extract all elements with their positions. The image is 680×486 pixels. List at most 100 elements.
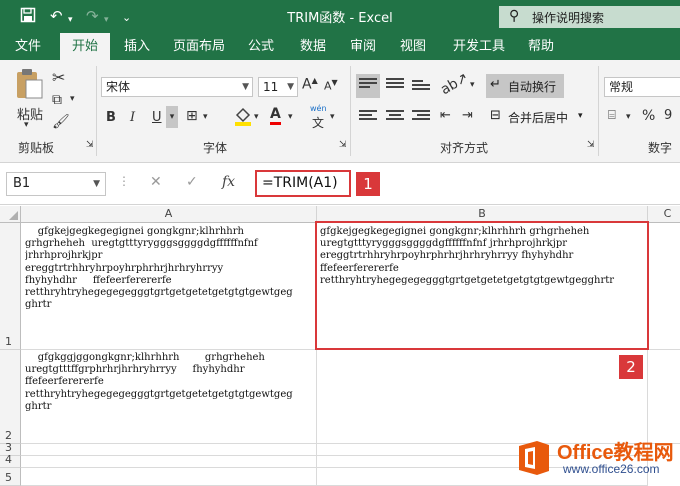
row-header-1[interactable]: 1 — [0, 223, 21, 350]
cell-c2[interactable] — [648, 350, 680, 444]
separator — [598, 66, 599, 156]
font-color-icon[interactable]: A — [270, 106, 281, 125]
comma-style-icon[interactable]: 9 — [664, 108, 672, 123]
tab-review[interactable]: 审阅 — [342, 33, 384, 60]
borders-dropdown-icon[interactable]: ▾ — [203, 112, 208, 122]
row-header-5[interactable]: 5 — [0, 468, 21, 486]
cell-a4[interactable] — [21, 456, 317, 468]
orientation-icon[interactable]: ab↗ — [438, 70, 471, 98]
callout-1: 1 — [356, 172, 380, 196]
cell-b2[interactable] — [317, 350, 648, 444]
cell-c1[interactable] — [648, 223, 680, 350]
copy-dropdown-icon[interactable]: ▾ — [70, 94, 75, 104]
separator — [96, 66, 97, 156]
tell-me-search[interactable]: ⚲ 操作说明搜索 — [499, 6, 680, 28]
tab-view[interactable]: 视图 — [392, 33, 434, 60]
align-center-icon[interactable] — [386, 110, 404, 126]
phonetic-char: 文 — [312, 116, 325, 130]
tab-page-layout[interactable]: 页面布局 — [166, 33, 232, 60]
fill-color-dropdown-icon[interactable]: ▾ — [254, 112, 259, 122]
title-bar: ↶ ▾ ↷ ▾ ⌄ TRIM函数 - Excel ⚲ 操作说明搜索 — [0, 0, 680, 33]
merge-center-button[interactable]: ⊟ 合并后居中 ▾ — [488, 106, 588, 128]
cell-a3[interactable] — [21, 444, 317, 456]
office-logo-icon — [515, 440, 553, 476]
bold-button[interactable]: B — [106, 110, 116, 125]
decrease-indent-icon[interactable]: ⇤ — [440, 108, 451, 123]
row-header-2[interactable]: 2 — [0, 350, 21, 444]
chevron-down-icon: ▼ — [242, 82, 249, 92]
format-painter-icon[interactable]: 🖌 — [52, 114, 70, 130]
search-placeholder: 操作说明搜索 — [532, 11, 605, 25]
increase-indent-icon[interactable]: ⇥ — [462, 108, 473, 123]
tab-formulas[interactable]: 公式 — [240, 33, 282, 60]
number-format-value: 常规 — [609, 80, 634, 94]
paste-dropdown-icon[interactable]: ▾ — [24, 120, 29, 130]
orientation-dropdown-icon[interactable]: ▾ — [470, 80, 475, 90]
align-right-icon[interactable] — [412, 110, 430, 126]
search-icon: ⚲ — [509, 8, 520, 24]
copy-icon[interactable]: ⧉ — [52, 92, 62, 108]
tab-help[interactable]: 帮助 — [520, 33, 562, 60]
accounting-dropdown-icon[interactable]: ▾ — [626, 112, 631, 122]
watermark-url: www.office26.com — [563, 462, 660, 476]
tab-developer[interactable]: 开发工具 — [446, 33, 512, 60]
tab-data[interactable]: 数据 — [292, 33, 334, 60]
name-box[interactable]: B1 ▼ — [6, 172, 106, 196]
ribbon-tabs: 文件 开始 插入 页面布局 公式 数据 审阅 视图 开发工具 帮助 — [0, 33, 680, 60]
paste-button[interactable]: 粘贴 — [16, 104, 44, 123]
chevron-down-icon: ▼ — [287, 82, 294, 92]
cancel-icon[interactable]: ✕ — [150, 174, 162, 190]
font-size-select[interactable]: 11 ▼ — [258, 77, 298, 97]
phonetic-dropdown-icon[interactable]: ▾ — [330, 112, 335, 122]
percent-button[interactable]: % — [642, 108, 655, 124]
cut-icon[interactable]: ✂ — [52, 68, 65, 87]
group-label-alignment: 对齐方式 — [440, 141, 489, 155]
align-top-button[interactable] — [356, 74, 380, 98]
merge-dropdown-icon: ▾ — [578, 111, 583, 121]
phonetic-icon[interactable]: wén — [310, 104, 327, 113]
name-box-value: B1 — [13, 176, 31, 191]
insert-function-icon[interactable]: fx — [222, 174, 235, 190]
merge-center-label: 合并后居中 — [508, 111, 569, 125]
row-header-4[interactable]: 4 — [0, 453, 21, 468]
accounting-format-icon[interactable]: ⌸ — [608, 108, 616, 123]
align-bottom-icon[interactable] — [412, 80, 430, 96]
increase-font-icon[interactable]: A▲ — [302, 76, 318, 93]
group-label-font: 字体 — [203, 141, 228, 155]
tab-home[interactable]: 开始 — [60, 33, 110, 60]
font-color-dropdown-icon[interactable]: ▾ — [288, 112, 293, 122]
ribbon-home: 粘贴 ▾ ✂ ⧉ ▾ 🖌 剪贴板 ⇲ 宋体 ▼ 11 ▼ A▲ A▼ B I U… — [0, 60, 680, 163]
align-middle-icon[interactable] — [386, 78, 404, 94]
paste-icon[interactable] — [14, 68, 44, 102]
column-header-c[interactable]: C — [648, 206, 680, 223]
italic-button[interactable]: I — [130, 110, 135, 125]
formula-input[interactable]: =TRIM(A1) — [255, 170, 351, 197]
wrap-text-label: 自动换行 — [508, 80, 557, 94]
tab-file[interactable]: 文件 — [6, 33, 50, 60]
underline-dropdown-icon[interactable]: ▾ — [166, 106, 178, 128]
cell-a2-text: gfgkggjggongkgnr;klhrhhrh grhgrheheh ure… — [25, 352, 293, 412]
more-options-icon[interactable]: ⋮ — [118, 174, 130, 188]
selected-cell-outline — [315, 221, 649, 350]
underline-button[interactable]: U — [152, 110, 162, 125]
align-left-icon[interactable] — [359, 110, 377, 126]
select-all-corner[interactable] — [0, 206, 21, 223]
separator — [350, 66, 351, 156]
watermark-title: Office教程网 — [557, 442, 674, 464]
alignment-launcher-icon[interactable]: ⇲ — [587, 140, 595, 150]
clipboard-launcher-icon[interactable]: ⇲ — [86, 140, 94, 150]
number-format-select[interactable]: 常规 — [604, 77, 680, 97]
fill-color-icon[interactable] — [234, 106, 252, 130]
merge-icon: ⊟ — [490, 108, 501, 123]
wrap-text-button[interactable]: ↵ 自动换行 — [486, 74, 564, 98]
font-name-value: 宋体 — [106, 80, 131, 94]
group-label-clipboard: 剪贴板 — [18, 141, 55, 155]
font-launcher-icon[interactable]: ⇲ — [339, 140, 347, 150]
cell-a5[interactable] — [21, 468, 317, 486]
decrease-font-icon[interactable]: A▼ — [324, 78, 338, 93]
borders-icon[interactable]: ⊞ — [186, 108, 198, 124]
tab-insert[interactable]: 插入 — [116, 33, 158, 60]
enter-icon[interactable]: ✓ — [186, 174, 198, 190]
font-name-select[interactable]: 宋体 ▼ — [101, 77, 253, 97]
column-header-a[interactable]: A — [21, 206, 317, 223]
